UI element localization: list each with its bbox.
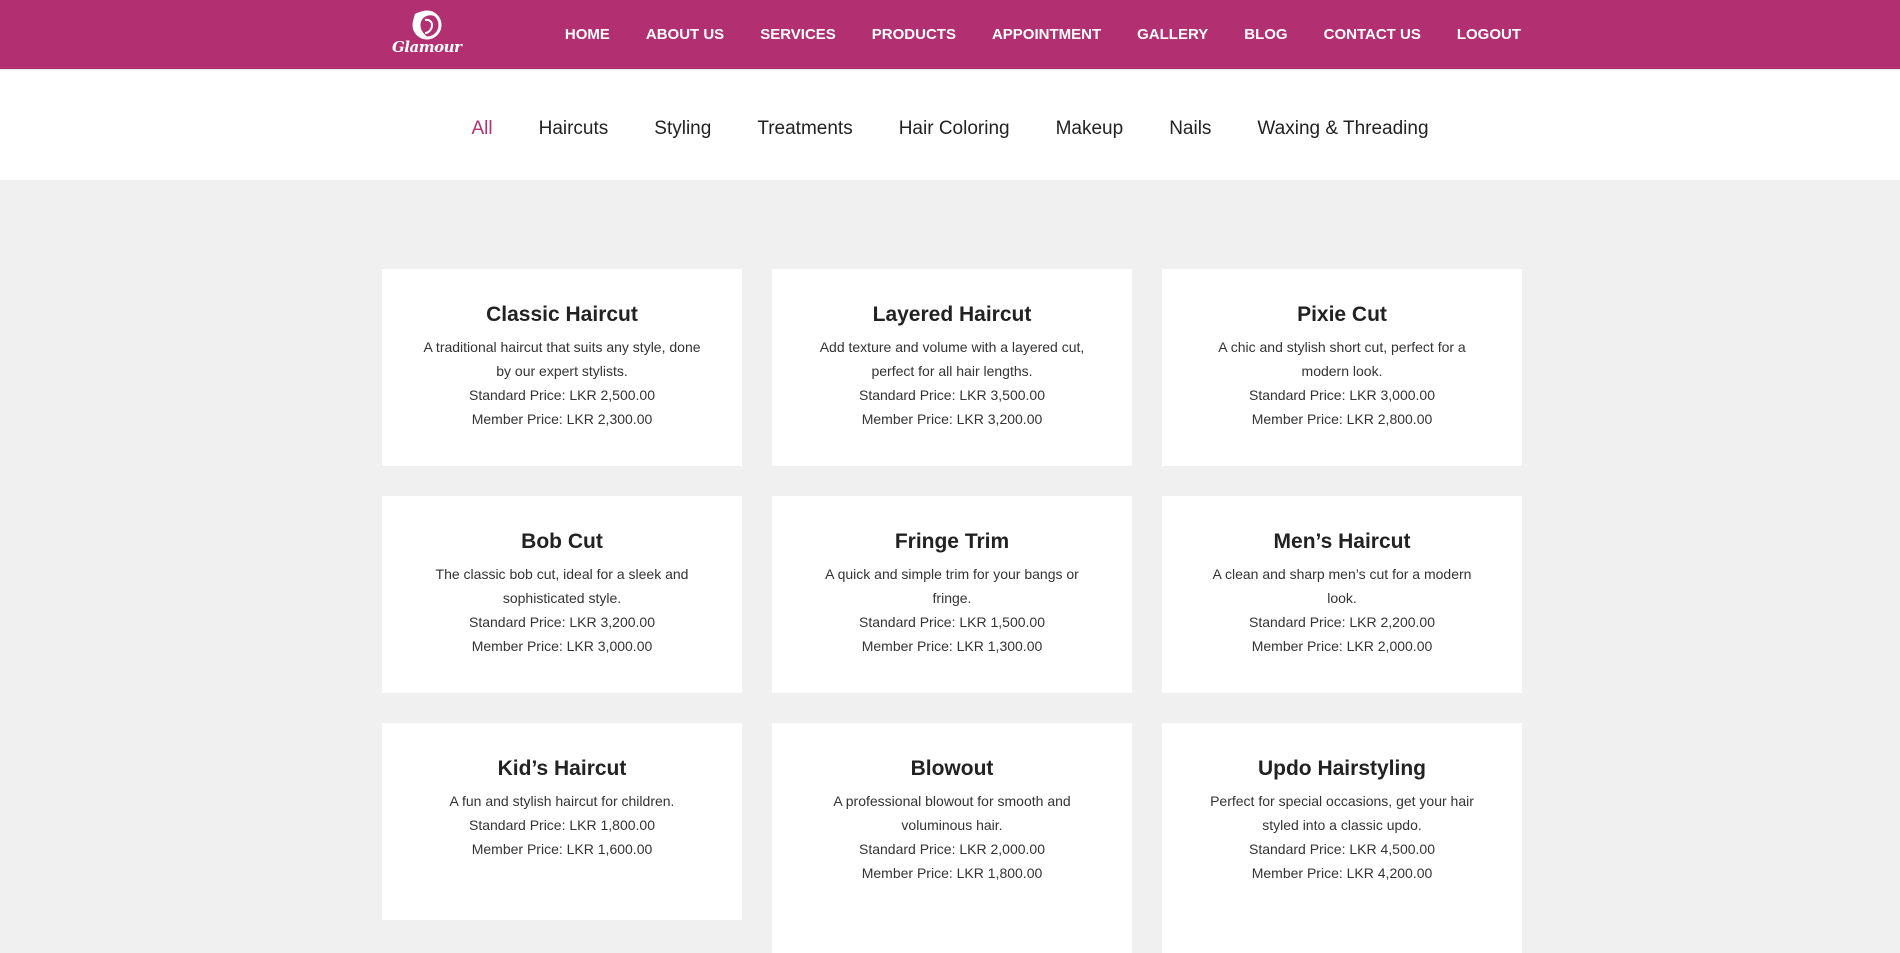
service-filter-bar: All Haircuts Styling Treatments Hair Col…	[0, 69, 1900, 180]
filter-nails[interactable]: Nails	[1169, 110, 1211, 140]
service-title: Men’s Haircut	[1273, 530, 1411, 553]
member-price: Member Price: LKR 3,200.00	[861, 411, 1043, 427]
member-price: Member Price: LKR 1,800.00	[861, 865, 1043, 881]
member-price: Member Price: LKR 3,000.00	[471, 638, 653, 654]
member-price: Member Price: LKR 4,200.00	[1251, 865, 1433, 881]
service-description: A clean and sharp men’s cut for a modern…	[1212, 566, 1472, 606]
filter-makeup[interactable]: Makeup	[1056, 110, 1124, 140]
standard-price: Standard Price: LKR 1,800.00	[468, 817, 655, 833]
standard-price: Standard Price: LKR 2,500.00	[468, 387, 655, 403]
service-description: A traditional haircut that suits any sty…	[423, 339, 701, 379]
services-grid: Classic Haircut A traditional haircut th…	[382, 269, 1522, 953]
nav-about-us[interactable]: ABOUT US	[646, 26, 724, 43]
member-price: Member Price: LKR 1,600.00	[471, 841, 653, 857]
service-description: Add texture and volume with a layered cu…	[819, 339, 1085, 379]
nav-products[interactable]: PRODUCTS	[872, 26, 956, 43]
filter-haircuts[interactable]: Haircuts	[539, 110, 609, 140]
standard-price: Standard Price: LKR 2,200.00	[1248, 614, 1435, 630]
service-title: Layered Haircut	[872, 303, 1032, 326]
service-card: Kid’s Haircut A fun and stylish haircut …	[382, 723, 742, 920]
service-card: Pixie Cut A chic and stylish short cut, …	[1162, 269, 1522, 466]
service-description: A chic and stylish short cut, perfect fo…	[1218, 339, 1466, 379]
service-title: Updo Hairstyling	[1257, 757, 1426, 780]
standard-price: Standard Price: LKR 3,000.00	[1248, 387, 1435, 403]
service-title: Blowout	[910, 757, 994, 780]
top-navbar: Glamour HOME ABOUT US SERVICES PRODUCTS …	[0, 0, 1900, 69]
nav-appointment[interactable]: APPOINTMENT	[992, 26, 1101, 43]
main-nav: HOME ABOUT US SERVICES PRODUCTS APPOINTM…	[529, 0, 1521, 69]
nav-blog[interactable]: BLOG	[1244, 26, 1287, 43]
service-title: Kid’s Haircut	[497, 757, 627, 780]
filter-waxing-threading[interactable]: Waxing & Threading	[1257, 110, 1428, 140]
nav-home[interactable]: HOME	[565, 26, 610, 43]
service-description: A quick and simple trim for your bangs o…	[825, 566, 1079, 606]
member-price: Member Price: LKR 2,800.00	[1251, 411, 1433, 427]
standard-price: Standard Price: LKR 4,500.00	[1248, 841, 1435, 857]
brand-name: Glamour	[392, 38, 462, 56]
filter-all[interactable]: All	[471, 110, 492, 140]
service-card: Blowout A professional blowout for smoot…	[772, 723, 1132, 953]
service-card: Fringe Trim A quick and simple trim for …	[772, 496, 1132, 693]
nav-gallery[interactable]: GALLERY	[1137, 26, 1208, 43]
service-title: Bob Cut	[521, 530, 603, 553]
service-card: Bob Cut The classic bob cut, ideal for a…	[382, 496, 742, 693]
service-description: Perfect for special occasions, get your …	[1210, 793, 1474, 833]
service-description: A fun and stylish haircut for children.	[449, 793, 675, 809]
woman-silhouette-icon	[412, 10, 442, 40]
nav-contact-us[interactable]: CONTACT US	[1324, 26, 1421, 43]
service-description: A professional blowout for smooth and vo…	[833, 793, 1071, 833]
service-card: Classic Haircut A traditional haircut th…	[382, 269, 742, 466]
service-title: Fringe Trim	[894, 530, 1010, 553]
filter-styling[interactable]: Styling	[654, 110, 711, 140]
standard-price: Standard Price: LKR 2,000.00	[858, 841, 1045, 857]
standard-price: Standard Price: LKR 3,200.00	[468, 614, 655, 630]
member-price: Member Price: LKR 2,300.00	[471, 411, 653, 427]
brand-logo[interactable]: Glamour	[392, 8, 462, 60]
service-description: The classic bob cut, ideal for a sleek a…	[435, 566, 689, 606]
filter-hair-coloring[interactable]: Hair Coloring	[899, 110, 1010, 140]
service-card: Men’s Haircut A clean and sharp men’s cu…	[1162, 496, 1522, 693]
member-price: Member Price: LKR 1,300.00	[861, 638, 1043, 654]
member-price: Member Price: LKR 2,000.00	[1251, 638, 1433, 654]
standard-price: Standard Price: LKR 1,500.00	[858, 614, 1045, 630]
service-card: Updo Hairstyling Perfect for special occ…	[1162, 723, 1522, 953]
service-title: Classic Haircut	[486, 303, 638, 326]
standard-price: Standard Price: LKR 3,500.00	[858, 387, 1045, 403]
nav-logout[interactable]: LOGOUT	[1457, 26, 1521, 43]
filter-treatments[interactable]: Treatments	[757, 110, 852, 140]
service-card: Layered Haircut Add texture and volume w…	[772, 269, 1132, 466]
service-title: Pixie Cut	[1297, 303, 1387, 326]
nav-services[interactable]: SERVICES	[760, 26, 836, 43]
